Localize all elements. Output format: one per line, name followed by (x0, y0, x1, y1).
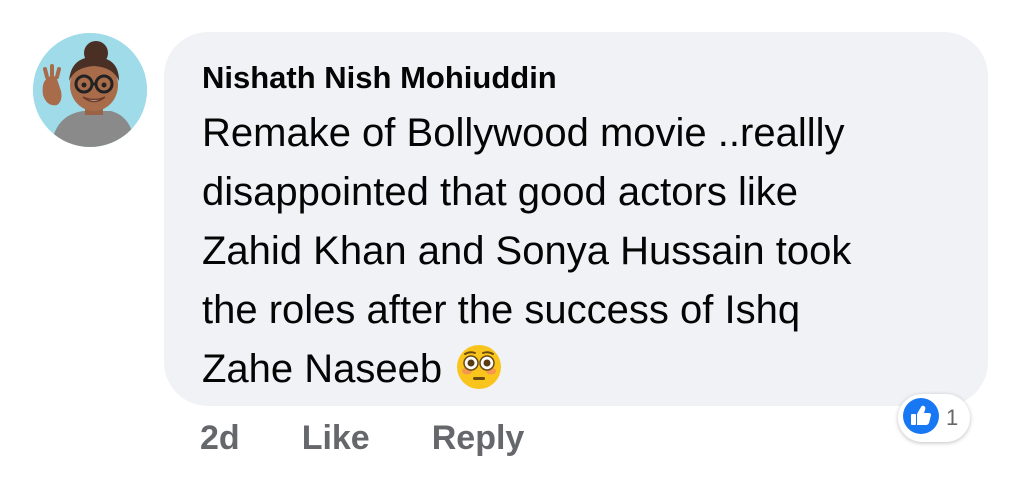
thumbs-up-icon (902, 397, 940, 440)
comment-author[interactable]: Nishath Nish Mohiuddin (202, 58, 958, 98)
comment: Nishath Nish Mohiuddin Remake of Bollywo… (0, 0, 1024, 482)
comment-line: Remake of Bollywood movie ..reallly (202, 111, 845, 155)
comment-line-last: Zahe Naseeb (202, 340, 942, 407)
comment-line: the roles after the success of Ishq (202, 288, 801, 332)
comment-line: Zahid Khan and Sonya Hussain took (202, 229, 852, 273)
comment-line: disappointed that good actors like (202, 170, 798, 214)
comment-actions: 2d Like Reply (200, 414, 524, 462)
like-button[interactable]: Like (302, 419, 370, 458)
reaction-summary[interactable]: 1 (898, 394, 971, 442)
comment-line: Zahe Naseeb (202, 347, 443, 391)
avatar-image (33, 33, 147, 147)
comment-timestamp[interactable]: 2d (200, 419, 240, 458)
reply-button[interactable]: Reply (432, 419, 525, 458)
comment-bubble: Nishath Nish Mohiuddin Remake of Bollywo… (164, 32, 988, 406)
avatar[interactable] (33, 33, 147, 147)
flushed-face-icon (456, 344, 502, 407)
reaction-count: 1 (946, 405, 959, 430)
comment-text: Remake of Bollywood movie ..reallly disa… (202, 104, 942, 407)
